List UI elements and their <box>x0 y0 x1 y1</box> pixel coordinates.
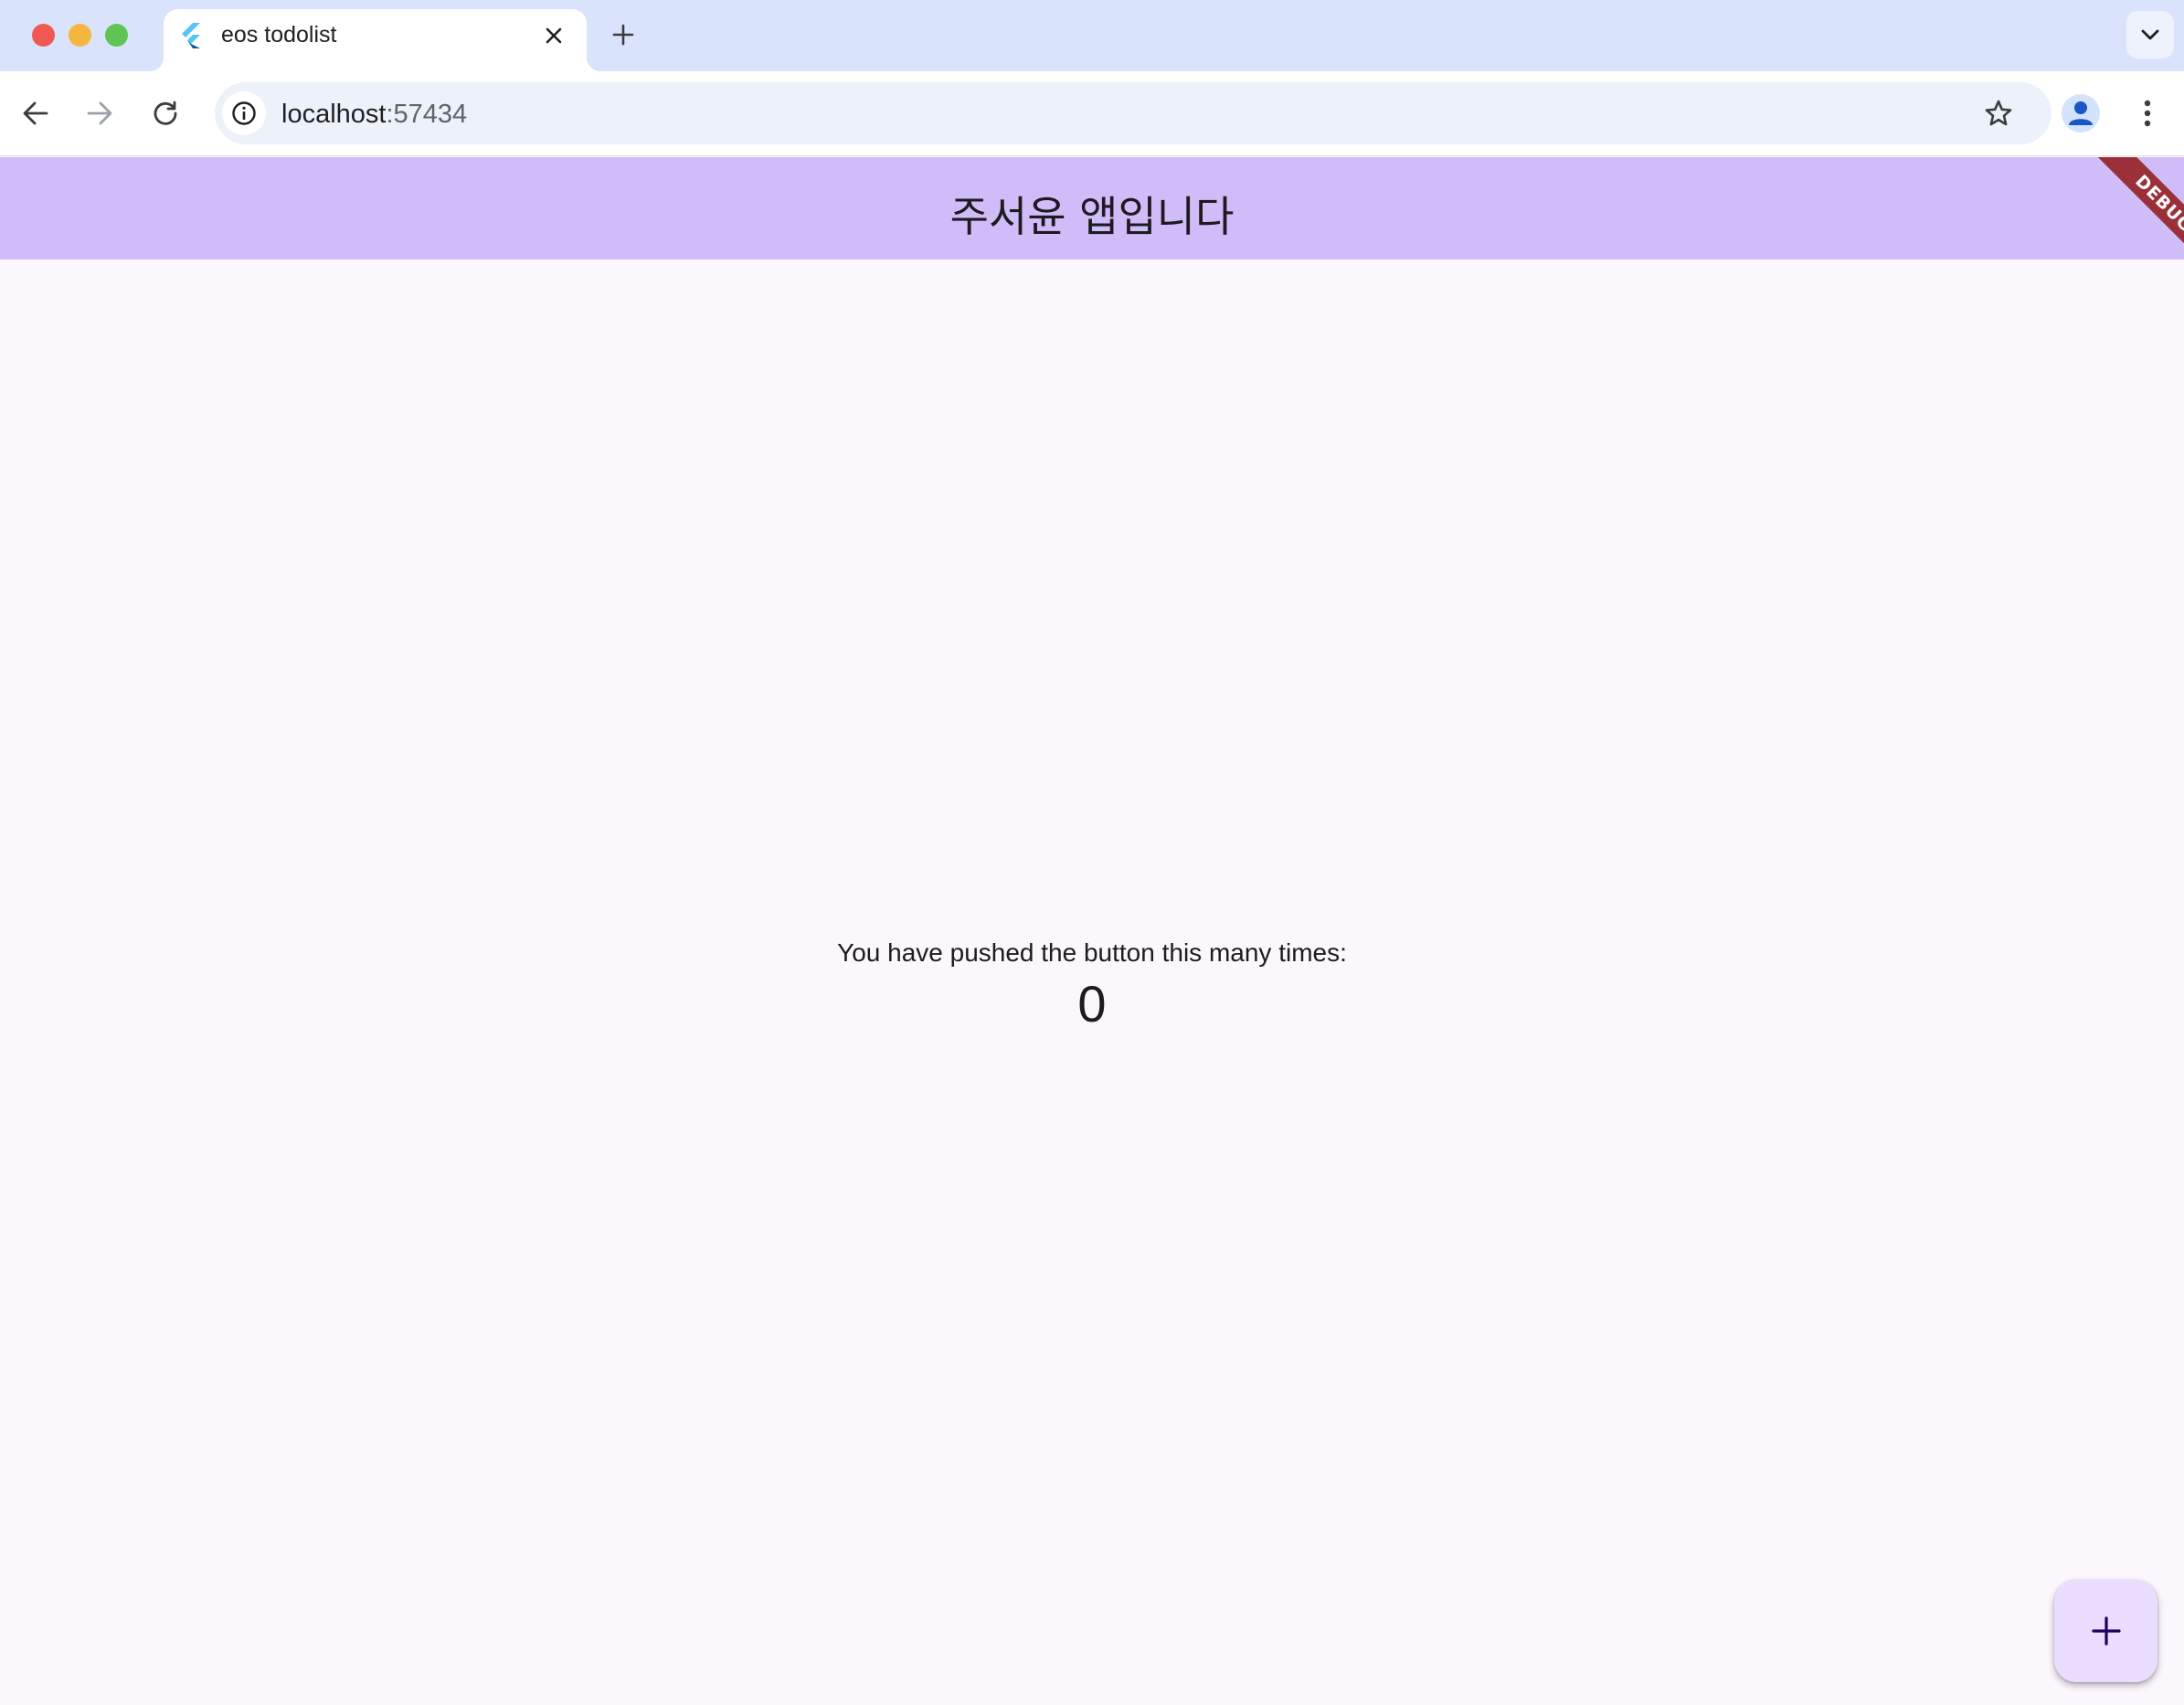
browser-tab-strip: eos todolist <box>0 0 2184 71</box>
app-body: You have pushed the button this many tim… <box>0 259 2184 1705</box>
arrow-right-icon <box>87 101 112 125</box>
person-icon <box>2069 101 2093 125</box>
kebab-menu-icon <box>2144 100 2151 127</box>
arrow-left-icon <box>23 101 48 125</box>
url-text[interactable]: localhost:57434 <box>281 100 467 130</box>
browser-toolbar: localhost:57434 <box>0 71 2184 156</box>
window-maximize-button[interactable] <box>105 24 128 47</box>
plus-icon <box>612 24 634 46</box>
chevron-down-icon <box>2141 29 2159 40</box>
window-minimize-button[interactable] <box>69 24 91 47</box>
back-button[interactable] <box>12 90 59 137</box>
counter-value: 0 <box>1077 975 1107 1033</box>
tab-search-button[interactable] <box>2126 11 2174 58</box>
url-port: :57434 <box>386 100 468 129</box>
new-tab-button[interactable] <box>607 18 640 51</box>
window-close-button[interactable] <box>32 24 55 47</box>
tab-title: eos todolist <box>221 22 337 48</box>
close-tab-icon[interactable] <box>540 22 567 49</box>
forward-button[interactable] <box>76 90 123 137</box>
page-title: 주서윤 앱입니다 <box>949 192 1235 241</box>
browser-menu-button[interactable] <box>2127 91 2168 135</box>
app-bar: 주서윤 앱입니다 DEBUG <box>0 157 2184 259</box>
browser-tab-active[interactable]: eos todolist <box>149 9 601 71</box>
info-icon <box>232 101 256 125</box>
reload-button[interactable] <box>142 90 189 137</box>
counter-caption: You have pushed the button this many tim… <box>837 938 1347 967</box>
url-host: localhost <box>281 100 387 129</box>
star-icon <box>1985 100 2012 126</box>
reload-icon <box>154 101 177 125</box>
site-info-button[interactable] <box>222 91 266 135</box>
plus-icon <box>2091 1616 2121 1646</box>
bookmark-button[interactable] <box>1978 93 2019 133</box>
increment-button[interactable] <box>2054 1580 2157 1682</box>
profile-button[interactable] <box>2062 94 2100 132</box>
address-bar[interactable]: localhost:57434 <box>215 82 2051 144</box>
flutter-logo-icon <box>180 23 204 48</box>
